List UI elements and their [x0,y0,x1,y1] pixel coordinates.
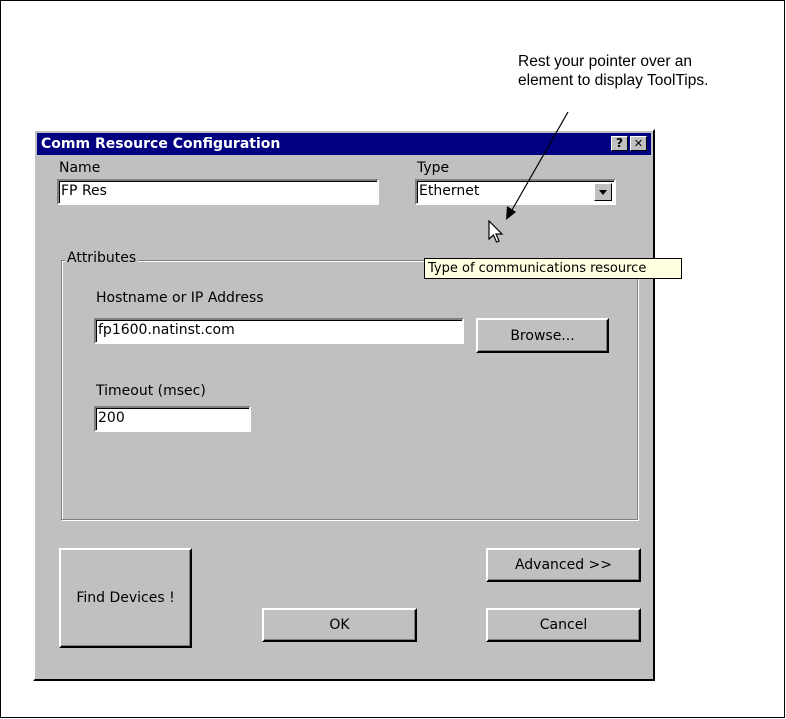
advanced-button[interactable]: Advanced >> [486,548,641,582]
help-button[interactable]: ? [611,136,628,151]
type-value: Ethernet [419,183,480,199]
comm-resource-dialog: Comm Resource Configuration ? ✕ Name FP … [33,129,655,681]
callout-line-2: element to display ToolTips. [518,72,709,89]
close-button[interactable]: ✕ [630,136,647,151]
dialog-titlebar: Comm Resource Configuration ? ✕ [37,133,651,155]
find-devices-button[interactable]: Find Devices ! [59,548,192,648]
callout-line-1: Rest your pointer over an [518,53,693,70]
timeout-field[interactable]: 200 [94,406,251,432]
hostname-label: Hostname or IP Address [96,290,264,306]
callout-text: Rest your pointer over an element to dis… [518,52,780,90]
timeout-label: Timeout (msec) [96,383,206,399]
type-label: Type [417,160,450,176]
dialog-title: Comm Resource Configuration [41,136,281,152]
type-tooltip: Type of communications resource [424,258,682,279]
type-combobox[interactable]: Ethernet [415,179,616,205]
name-field[interactable]: FP Res [57,179,379,205]
arrow-pointer-icon [488,220,504,243]
hostname-field[interactable]: fp1600.natinst.com [94,318,464,344]
browse-button[interactable]: Browse... [476,318,609,353]
name-label: Name [59,160,101,176]
chevron-down-icon[interactable] [594,183,612,201]
attributes-label: Attributes [65,250,139,266]
ok-button[interactable]: OK [262,608,417,642]
cancel-button[interactable]: Cancel [486,608,641,642]
